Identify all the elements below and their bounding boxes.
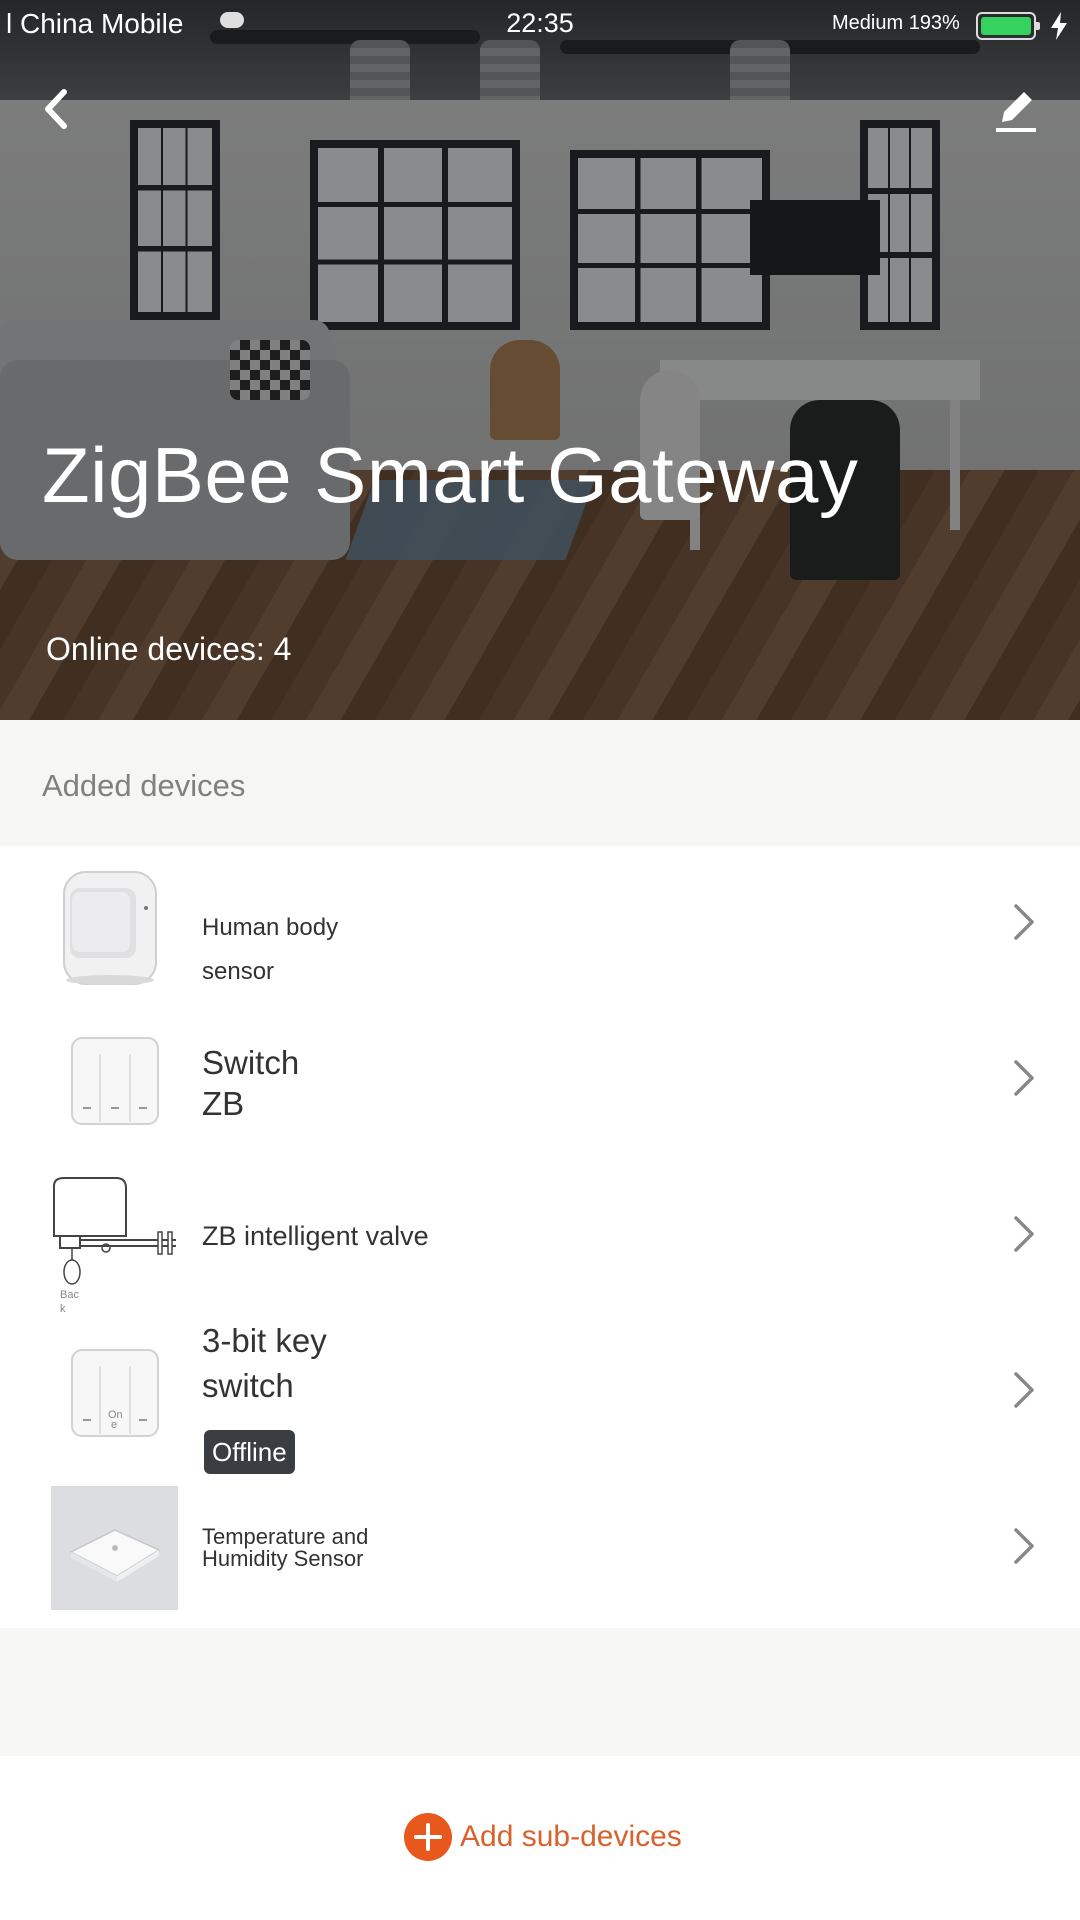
list-item[interactable]: Human body sensor	[0, 846, 1080, 1002]
status-bar: l China Mobile 22:35 Medium 193%	[0, 0, 1080, 50]
valve-icon-text: Bac	[60, 1289, 79, 1301]
battery-icon	[976, 12, 1040, 40]
network-label: Medium 193%	[832, 12, 960, 34]
device-name-line1: ZB intelligent valve	[202, 1221, 429, 1251]
device-list: Human body sensor Switch ZB Bac k ZB int…	[0, 846, 1080, 1628]
device-name-line2: sensor	[202, 958, 275, 985]
device-name-line1: Switch	[202, 1044, 300, 1081]
charging-bolt-icon	[1051, 12, 1067, 40]
online-devices-label: Online devices: 4	[46, 631, 292, 667]
bottom-action-bar: Add sub-devices	[0, 1756, 1080, 1920]
header-banner: l China Mobile 22:35 Medium 193% ZigBee …	[0, 0, 1080, 720]
temp-humidity-sensor-icon	[51, 1486, 178, 1610]
add-sub-devices-button[interactable]: Add sub-devices	[404, 1812, 682, 1862]
chevron-right-icon	[1014, 1372, 1034, 1408]
device-name-line2: Humidity Sensor	[202, 1546, 364, 1571]
valve-actuator-icon: Bac k	[53, 1177, 176, 1315]
list-footer-gap	[0, 1628, 1080, 1756]
key-switch-icon-text: e	[111, 1419, 117, 1431]
device-name-line2: switch	[202, 1367, 294, 1404]
chevron-right-icon	[1014, 1528, 1034, 1564]
page-title: ZigBee Smart Gateway	[42, 431, 859, 519]
device-name-line1: Temperature and	[202, 1524, 369, 1549]
online-devices-count: Online devices: 4	[46, 631, 291, 668]
list-item[interactable]: Bac k ZB intelligent valve	[0, 1158, 1080, 1315]
key-switch-icon: On e	[71, 1349, 159, 1437]
list-item[interactable]: On e 3-bit key switch Offline	[0, 1314, 1080, 1474]
chevron-left-icon	[45, 89, 67, 129]
status-badge: Offline	[204, 1430, 295, 1474]
back-button[interactable]	[28, 78, 88, 138]
device-name-line1: 3-bit key	[202, 1322, 327, 1359]
add-sub-devices-label: Add sub-devices	[460, 1820, 682, 1853]
hero-overlay	[0, 0, 1080, 720]
chevron-right-icon	[1014, 1216, 1034, 1252]
chevron-right-icon	[1014, 904, 1034, 940]
list-item[interactable]: Temperature and Humidity Sensor	[0, 1470, 1080, 1626]
device-name-line2: ZB	[202, 1085, 245, 1122]
plus-circle-icon	[404, 1813, 452, 1861]
device-name-line1: Human body	[202, 914, 339, 941]
list-item[interactable]: Switch ZB	[0, 1002, 1080, 1158]
section-title: Added devices	[42, 768, 246, 803]
edit-button[interactable]	[984, 78, 1044, 138]
chevron-right-icon	[1014, 1060, 1034, 1096]
cloud-icon	[220, 12, 244, 28]
motion-sensor-icon	[63, 871, 157, 985]
pencil-icon	[996, 92, 1036, 132]
three-gang-switch-icon	[71, 1037, 159, 1125]
carrier-label: l China Mobile	[6, 8, 184, 39]
